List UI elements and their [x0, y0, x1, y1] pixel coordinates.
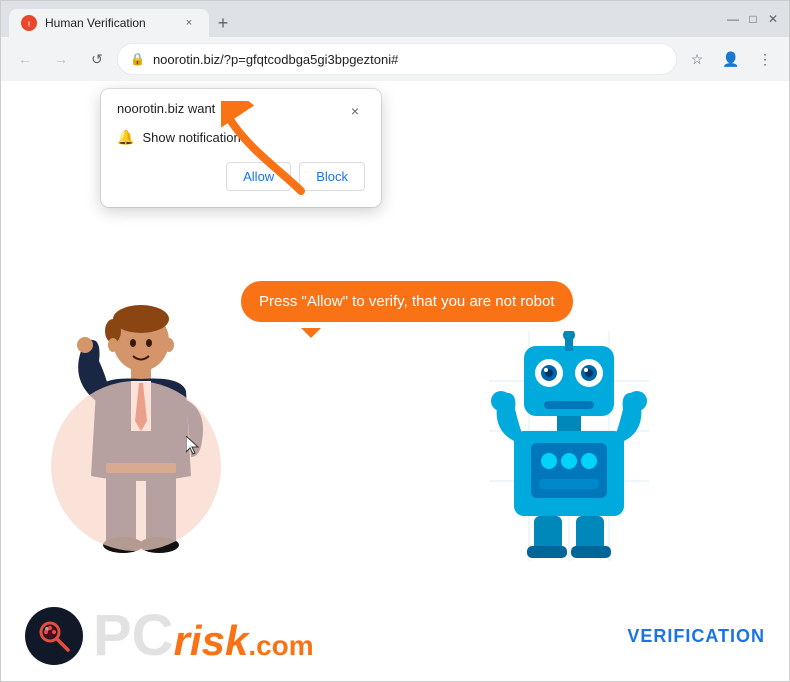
title-bar: ! Human Verification × + — □ ✕	[1, 1, 789, 37]
menu-button[interactable]: ⋮	[749, 43, 781, 75]
page-content: noorotin.biz want × 🔔 Show notifications…	[1, 81, 789, 681]
svg-text:!: !	[28, 22, 30, 29]
address-bar[interactable]: 🔒 noorotin.biz/?p=gfqtcodbga5gi3bpgezton…	[117, 43, 677, 75]
url-text: noorotin.biz/?p=gfqtcodbga5gi3bpgeztoni#	[153, 52, 664, 67]
logo-pc: PC	[93, 607, 174, 665]
tab-bar: ! Human Verification × +	[9, 1, 721, 37]
orange-arrow	[221, 101, 331, 206]
new-tab-button[interactable]: +	[209, 9, 237, 37]
tab-title: Human Verification	[45, 16, 173, 30]
nav-right-icons: ☆ 👤 ⋮	[681, 43, 781, 75]
browser-window: ! Human Verification × + — □ ✕ ← → ↺ 🔒 n…	[0, 0, 790, 682]
magnifier-icon	[25, 607, 83, 665]
robot-svg	[489, 331, 649, 561]
footer-bar: PC risk .com VERIFICATION	[1, 591, 789, 681]
tab-close-button[interactable]: ×	[181, 15, 197, 31]
lock-icon: 🔒	[130, 52, 145, 66]
forward-button[interactable]: →	[45, 43, 77, 75]
logo-risk: risk	[174, 620, 249, 662]
pcrisk-logo: PC risk .com	[25, 607, 314, 665]
speech-bubble: Press "Allow" to verify, that you are no…	[241, 281, 573, 322]
tab-favicon: !	[21, 15, 37, 31]
nav-bar: ← → ↺ 🔒 noorotin.biz/?p=gfqtcodbga5gi3bp…	[1, 37, 789, 81]
maximize-button[interactable]: □	[745, 11, 761, 27]
close-window-button[interactable]: ✕	[765, 11, 781, 27]
popup-close-button[interactable]: ×	[345, 101, 365, 121]
bookmark-button[interactable]: ☆	[681, 43, 713, 75]
mouse-cursor	[186, 436, 202, 461]
account-button[interactable]: 👤	[715, 43, 747, 75]
logo-text-group: PC risk .com	[93, 607, 314, 665]
person-bg-circle	[51, 381, 221, 551]
reload-button[interactable]: ↺	[81, 43, 113, 75]
logo-dotcom: .com	[248, 632, 313, 660]
minimize-button[interactable]: —	[725, 11, 741, 27]
window-controls: — □ ✕	[725, 11, 781, 27]
bell-icon: 🔔	[117, 129, 134, 146]
back-button[interactable]: ←	[9, 43, 41, 75]
speech-bubble-text: Press "Allow" to verify, that you are no…	[259, 293, 555, 310]
robot-illustration	[489, 331, 649, 551]
active-tab[interactable]: ! Human Verification ×	[9, 9, 209, 37]
popup-site-text: noorotin.biz want	[117, 101, 215, 116]
verification-text: VERIFICATION	[627, 626, 765, 647]
